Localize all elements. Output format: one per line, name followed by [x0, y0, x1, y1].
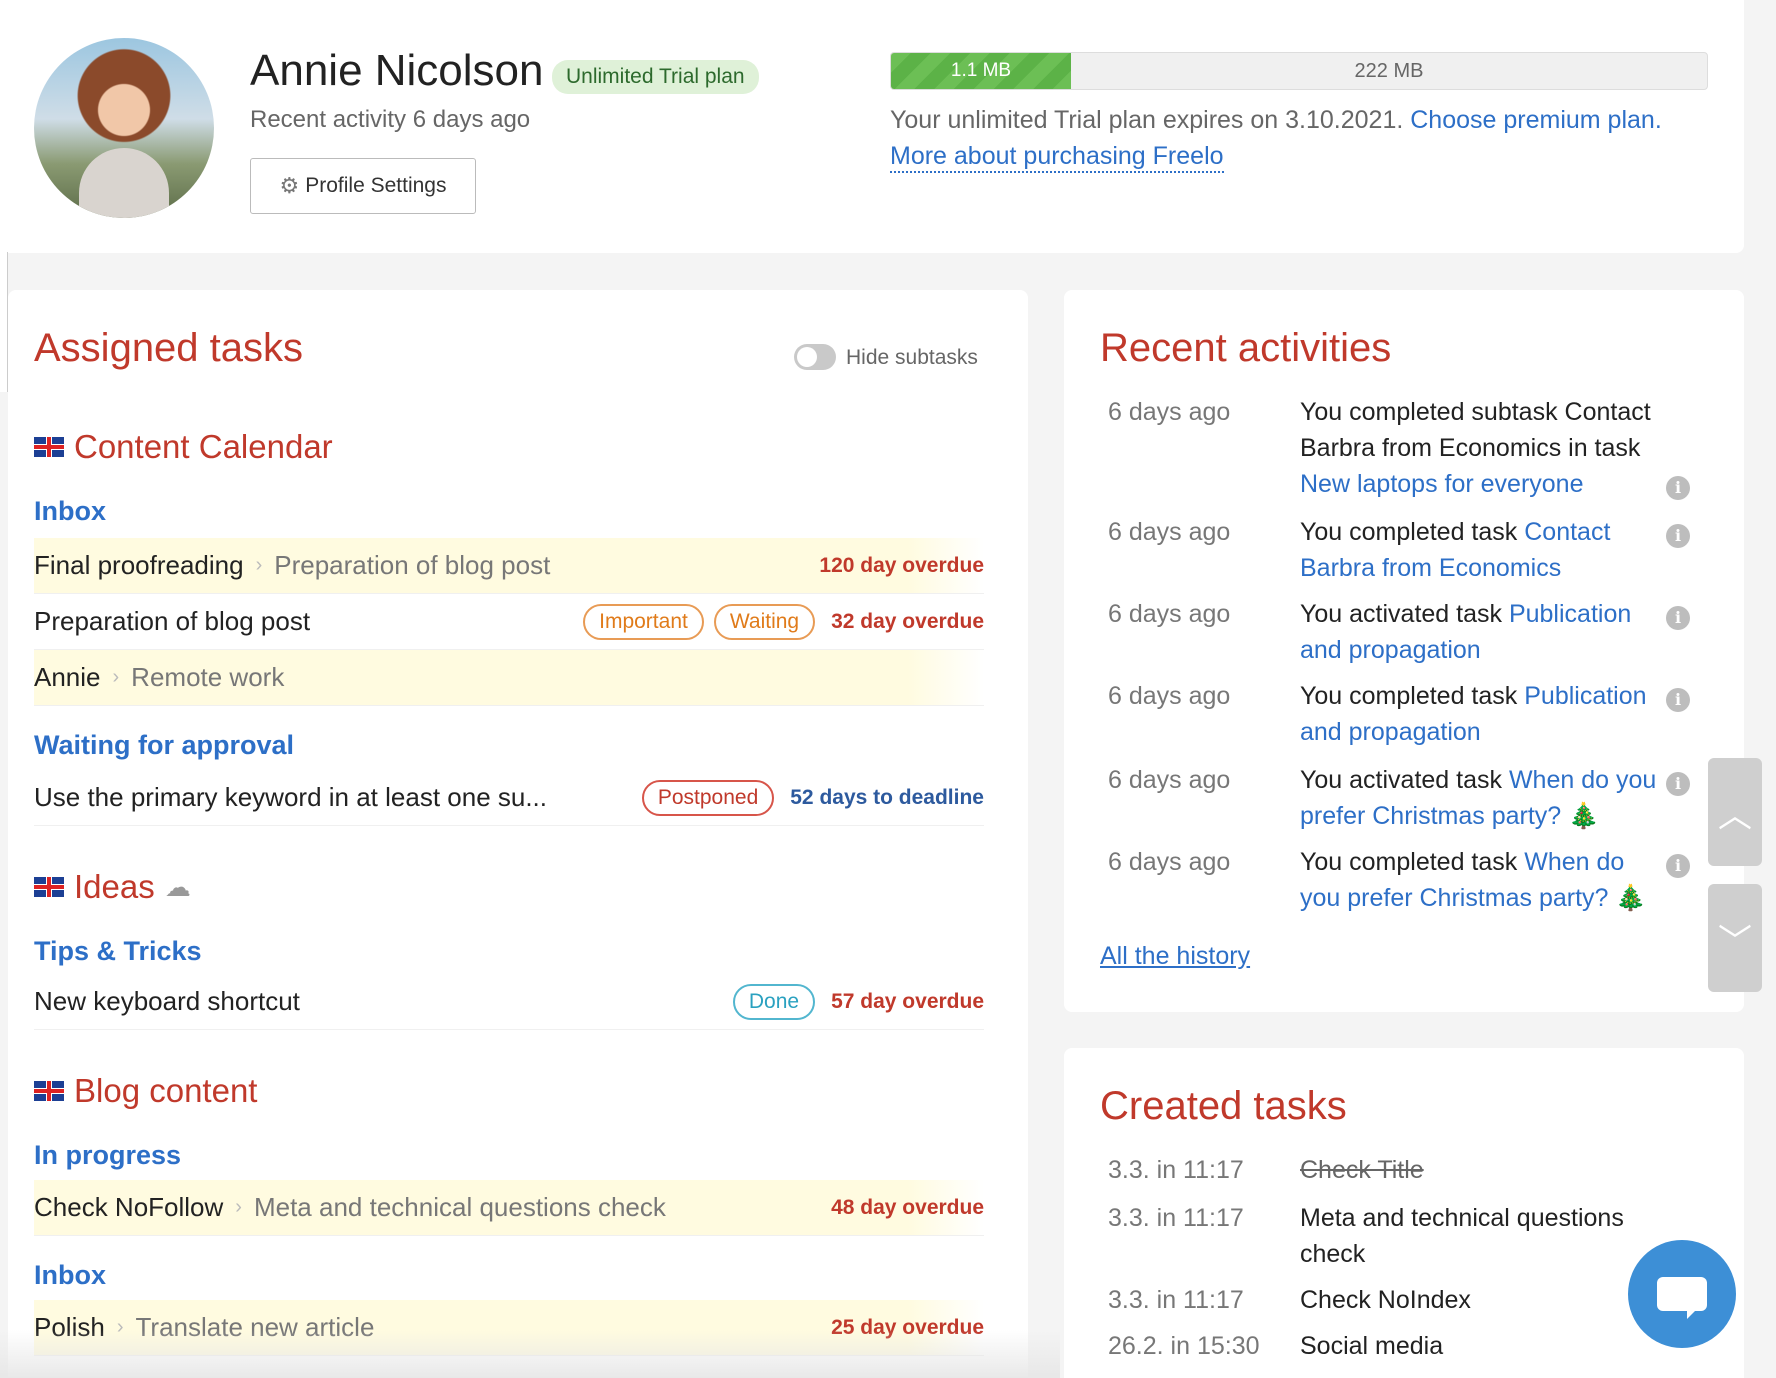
activity-text: You completed task: [1300, 848, 1518, 876]
task-deadline: 52 days to deadline: [790, 785, 984, 809]
activity-time: 6 days ago: [1108, 848, 1231, 876]
info-icon[interactable]: i: [1666, 476, 1690, 500]
task-overdue: 32 day overdue: [831, 609, 984, 633]
label-tag: Done: [732, 983, 816, 1020]
info-icon[interactable]: i: [1666, 688, 1690, 712]
plan-badge: Unlimited Trial plan: [552, 60, 759, 94]
label-tag: Important: [583, 603, 704, 640]
activity-text: You completed subtask Contact Barbra fro…: [1300, 398, 1651, 462]
scroll-fade: [0, 1330, 1060, 1378]
recent-activity-text: Recent activity 6 days ago: [250, 106, 531, 133]
activity-time: 6 days ago: [1108, 398, 1231, 426]
tasklist-title[interactable]: Inbox: [34, 496, 106, 527]
created-task-link[interactable]: Check Title: [1300, 1152, 1680, 1188]
created-time: 26.2. in 15:30: [1108, 1332, 1260, 1360]
task-overdue: 120 day overdue: [819, 553, 984, 577]
chevron-down-icon: ﹀: [1718, 922, 1752, 961]
all-history-link[interactable]: All the history: [1100, 942, 1250, 971]
uk-flag-icon: [34, 1081, 64, 1101]
more-about-purchasing-link[interactable]: More about purchasing Freelo: [890, 142, 1224, 173]
activity-text: You activated task: [1300, 600, 1502, 628]
task-name[interactable]: Annie: [34, 662, 101, 693]
created-tasks-title: Created tasks: [1100, 1084, 1347, 1128]
task-overdue: 57 day overdue: [831, 989, 984, 1013]
hide-subtasks-label: Hide subtasks: [846, 346, 978, 369]
created-time: 3.3. in 11:17: [1108, 1286, 1244, 1314]
activity-time: 6 days ago: [1108, 766, 1231, 794]
tasklist-title[interactable]: Waiting for approval: [34, 730, 294, 761]
task-row[interactable]: Annie › Remote work: [34, 650, 984, 706]
gear-icon: ⚙: [279, 173, 300, 198]
task-row[interactable]: New keyboard shortcut Done 57 day overdu…: [34, 974, 984, 1030]
project-title[interactable]: Content Calendar: [34, 428, 333, 466]
hide-subtasks-toggle[interactable]: [794, 344, 836, 370]
created-time: 3.3. in 11:17: [1108, 1204, 1244, 1232]
tasklist-title[interactable]: In progress: [34, 1140, 181, 1171]
info-icon[interactable]: i: [1666, 606, 1690, 630]
created-time: 3.3. in 11:17: [1108, 1156, 1244, 1184]
chevron-up-icon: ︿: [1718, 796, 1752, 835]
choose-premium-link[interactable]: Choose premium plan.: [1410, 106, 1662, 134]
activity-text: You completed task: [1300, 682, 1518, 710]
parent-task[interactable]: Preparation of blog post: [274, 550, 550, 581]
task-row[interactable]: Check NoFollow › Meta and technical ques…: [34, 1180, 984, 1236]
task-name[interactable]: Check NoFollow: [34, 1192, 223, 1223]
info-icon[interactable]: i: [1666, 524, 1690, 548]
chat-button[interactable]: [1628, 1240, 1736, 1348]
parent-task[interactable]: Remote work: [131, 662, 284, 693]
task-name[interactable]: New keyboard shortcut: [34, 986, 300, 1017]
plan-expiry-text: Your unlimited Trial plan expires on 3.1…: [890, 106, 1662, 135]
task-name[interactable]: Use the primary keyword in at least one …: [34, 782, 547, 813]
chevron-right-icon: ›: [235, 1196, 242, 1218]
created-task-link[interactable]: Social media: [1300, 1328, 1680, 1364]
assigned-tasks-title: Assigned tasks: [34, 326, 304, 370]
project-title[interactable]: Blog content: [34, 1072, 257, 1110]
storage-used: 1.1 MB: [891, 53, 1071, 89]
profile-settings-label: Profile Settings: [305, 174, 447, 197]
scroll-up-button[interactable]: ︿: [1708, 758, 1762, 866]
activity-time: 6 days ago: [1108, 682, 1231, 710]
chevron-right-icon: ›: [255, 554, 263, 576]
activity-text: You completed task: [1300, 518, 1518, 546]
profile-card: Annie Nicolson Unlimited Trial plan Rece…: [0, 0, 1744, 253]
profile-settings-button[interactable]: ⚙ Profile Settings: [250, 158, 476, 214]
scroll-down-button[interactable]: ﹀: [1708, 884, 1762, 992]
tasklist-title[interactable]: Inbox: [34, 1260, 106, 1291]
tasklist-title[interactable]: Tips & Tricks: [34, 936, 202, 967]
plan-expiry-label: Your unlimited Trial plan expires on 3.1…: [890, 106, 1404, 134]
user-name: Annie Nicolson: [250, 46, 544, 95]
uk-flag-icon: [34, 877, 64, 897]
label-tag: Postponed: [641, 779, 775, 816]
created-task-link[interactable]: Meta and technical questions check: [1300, 1200, 1680, 1272]
project-title[interactable]: Ideas ☁: [34, 868, 191, 906]
storage-bar: 1.1 MB 222 MB: [890, 52, 1708, 90]
created-task-link[interactable]: Check NoIndex: [1300, 1282, 1680, 1318]
parent-task[interactable]: Meta and technical questions check: [254, 1192, 666, 1223]
activity-time: 6 days ago: [1108, 600, 1231, 628]
activity-time: 6 days ago: [1108, 518, 1231, 546]
task-name[interactable]: Final proofreading: [34, 550, 244, 581]
chevron-right-icon: ›: [112, 666, 120, 688]
activity-task-link[interactable]: New laptops for everyone: [1300, 470, 1583, 498]
task-overdue: 48 day overdue: [831, 1195, 984, 1219]
cloud-icon: ☁: [164, 871, 191, 902]
info-icon[interactable]: i: [1666, 854, 1690, 878]
chat-icon: [1657, 1277, 1707, 1319]
task-row[interactable]: Preparation of blog post Important Waiti…: [34, 594, 984, 650]
recent-activities-title: Recent activities: [1100, 326, 1392, 370]
info-icon[interactable]: i: [1666, 772, 1690, 796]
uk-flag-icon: [34, 437, 64, 457]
task-row[interactable]: Use the primary keyword in at least one …: [34, 770, 984, 826]
task-row[interactable]: Final proofreading › Preparation of blog…: [34, 538, 984, 594]
storage-total: 222 MB: [1354, 59, 1424, 82]
label-tag: Waiting: [713, 603, 816, 640]
avatar[interactable]: [34, 38, 214, 218]
task-name[interactable]: Preparation of blog post: [34, 606, 310, 637]
activity-text: You activated task: [1300, 766, 1502, 794]
sidebar-edge: [0, 252, 8, 392]
